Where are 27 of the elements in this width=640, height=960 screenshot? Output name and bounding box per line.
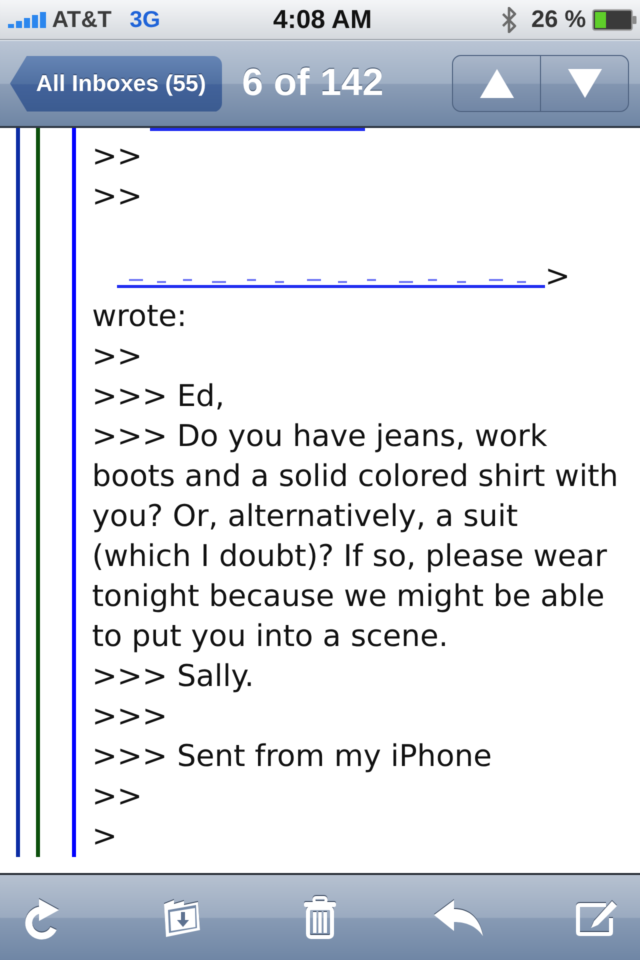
battery-icon bbox=[592, 8, 637, 30]
bluetooth-icon bbox=[501, 6, 518, 32]
email-text: > bbox=[92, 818, 118, 856]
back-button[interactable]: All Inboxes (55) bbox=[10, 56, 222, 112]
up-triangle-icon bbox=[480, 69, 514, 98]
down-triangle-icon bbox=[568, 69, 602, 98]
email-text: >>> Sent from my iPhone bbox=[92, 738, 492, 776]
clock-time: 4:08 AM bbox=[273, 4, 372, 35]
network-type: 3G bbox=[130, 6, 160, 33]
email-text: wrote: bbox=[92, 298, 187, 336]
email-text: >> bbox=[92, 178, 142, 216]
message-position-title: 6 of 142 bbox=[242, 62, 384, 105]
email-text: > bbox=[545, 259, 570, 294]
email-text: >>> bbox=[92, 698, 168, 736]
trash-icon bbox=[304, 896, 336, 939]
reply-icon bbox=[434, 900, 483, 936]
email-text: >>> Do you have jeans, work boots and a solid colored shirt with you? Or, alternatively, a suit (which I doubt)? If so, please wear tonight because we might be able to put you into a scene. bbox=[92, 418, 620, 656]
compose-icon bbox=[576, 900, 618, 936]
signal-icon bbox=[8, 12, 46, 28]
carrier-name: AT&T bbox=[52, 6, 112, 33]
email-text: >> bbox=[92, 778, 142, 816]
folder-arrow-icon bbox=[164, 898, 200, 937]
email-text: >>> Sally. bbox=[92, 658, 254, 696]
email-text: >> bbox=[92, 138, 142, 176]
email-text: >> bbox=[92, 338, 142, 376]
battery-percent: 26 % bbox=[531, 6, 586, 34]
email-text: >>> Ed, bbox=[92, 378, 224, 416]
